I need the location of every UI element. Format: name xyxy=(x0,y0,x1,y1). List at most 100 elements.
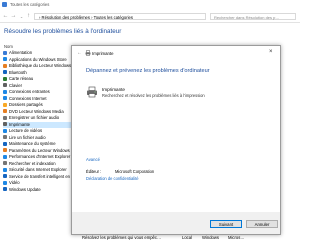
list-item-label: Performances d'Internet Explorer xyxy=(9,154,71,159)
troubleshooter-description: Recherchez et résolvez les problèmes lié… xyxy=(102,93,205,98)
troubleshooter-icon xyxy=(3,50,7,55)
address-bar: ← → ⌄ ↑ › Résolution des problèmes › Tou… xyxy=(0,11,300,23)
row-category: Windows xyxy=(202,235,219,240)
dialog-heading: Dépannez et prévenez les problèmes d'ord… xyxy=(86,68,210,74)
troubleshooter-icon xyxy=(3,57,7,61)
up-arrow-icon[interactable]: ↑ xyxy=(25,13,32,20)
list-item[interactable]: Connexions Internet xyxy=(3,96,73,102)
troubleshooter-icon xyxy=(3,174,7,178)
list-item[interactable]: Sécurité dans Internet Explorer xyxy=(3,167,73,173)
troubleshooter-icon xyxy=(3,96,7,100)
list-item-label: Windows Update xyxy=(9,186,41,192)
list-item[interactable]: Applications du Windows Store xyxy=(3,57,73,63)
back-arrow-icon[interactable]: ← xyxy=(77,50,82,56)
back-arrow-icon[interactable]: ← xyxy=(2,13,9,20)
column-header-name[interactable]: Nom xyxy=(4,44,13,49)
list-item[interactable]: Rechercher et indexation xyxy=(3,161,73,167)
troubleshooter-icon xyxy=(3,102,7,107)
troubleshooter-icon xyxy=(3,115,7,120)
troubleshooter-icon xyxy=(3,141,7,146)
list-item-label: Carte réseau xyxy=(9,76,34,81)
forward-arrow-icon[interactable]: → xyxy=(10,13,17,20)
troubleshooter-icon xyxy=(3,89,7,94)
cancel-button[interactable]: Annuler xyxy=(246,220,278,228)
list-item-label: Vidéo xyxy=(9,180,20,185)
list-item[interactable]: Bibliothèque du Lecteur Windows xyxy=(3,63,73,69)
list-item-label: Connexions entrantes xyxy=(9,89,50,94)
list-item[interactable]: Maintenance du système xyxy=(3,141,73,147)
table-row[interactable]: Résolvez les problèmes qui vous empêc… L… xyxy=(82,235,245,241)
list-item-label: Service de transfert intelligent en arr… xyxy=(9,173,81,179)
list-item-label: Clavier xyxy=(9,82,23,88)
list-item[interactable]: Imprimante xyxy=(3,121,73,128)
recent-chevron-icon[interactable]: ⌄ xyxy=(18,13,25,20)
list-item-label: Applications du Windows Store xyxy=(9,56,67,62)
list-item[interactable]: Enregistrer un fichier audio xyxy=(3,115,73,121)
list-item-label: Maintenance du système xyxy=(9,141,56,146)
troubleshooter-icon xyxy=(3,109,7,113)
list-item-label: DVD Lecteur Windows Media xyxy=(9,108,64,114)
list-item[interactable]: Connexions entrantes xyxy=(3,89,73,95)
close-icon[interactable]: × xyxy=(269,49,273,55)
list-item-label: Bluetooth xyxy=(9,69,27,75)
advanced-link[interactable]: Avancé xyxy=(86,157,100,162)
list-item-label: Paramètres du Lecteur Windows M… xyxy=(9,147,79,153)
list-item[interactable]: Vidéo xyxy=(3,180,73,186)
troubleshooter-icon xyxy=(3,135,7,139)
troubleshooter-icon xyxy=(3,154,7,159)
troubleshooter-icon xyxy=(3,70,7,74)
troubleshooter-dialog: ← Imprimante × Dépannez et prévenez les … xyxy=(71,45,281,235)
list-item[interactable]: Lire un fichier audio xyxy=(3,135,73,141)
list-item-label: Enregistrer un fichier audio xyxy=(9,115,60,120)
list-item[interactable]: Performances d'Internet Explorer xyxy=(3,154,73,160)
list-item[interactable]: Paramètres du Lecteur Windows M… xyxy=(3,148,79,154)
list-item-label: Connexions Internet xyxy=(9,95,47,101)
list-item[interactable]: DVD Lecteur Windows Media xyxy=(3,109,73,115)
list-item[interactable]: Windows Update xyxy=(3,187,73,193)
list-item-label: Dossiers partagés xyxy=(9,102,43,107)
breadcrumb[interactable]: › Résolution des problèmes › Toutes les … xyxy=(34,12,206,20)
printer-small-icon xyxy=(85,50,91,56)
dialog-title: Imprimante xyxy=(92,51,114,56)
troubleshooter-icon xyxy=(3,122,7,126)
row-description: Résolvez les problèmes qui vous empêc… xyxy=(82,235,162,240)
publisher-label: Éditeur : xyxy=(86,169,102,174)
troubleshooter-title: Imprimante xyxy=(102,87,125,92)
row-publisher: Micros… xyxy=(228,235,245,240)
list-item[interactable]: Alimentation xyxy=(3,50,73,56)
troubleshooter-icon xyxy=(3,161,7,165)
next-button[interactable]: Suivant xyxy=(210,220,242,228)
list-item[interactable]: Lecture de vidéos xyxy=(3,128,73,134)
troubleshooter-icon xyxy=(3,76,7,81)
publisher-value: Microsoft Corporation xyxy=(115,169,155,174)
control-panel-icon xyxy=(2,2,7,7)
window-title: Toutes les catégories xyxy=(10,2,50,7)
troubleshooter-icon xyxy=(3,187,7,191)
dialog-footer: Suivant Annuler xyxy=(72,212,280,234)
list-item-label: Lire un fichier audio xyxy=(9,134,46,140)
troubleshooter-icon xyxy=(3,148,7,152)
troubleshooter-icon xyxy=(3,128,7,133)
troubleshooter-icon xyxy=(3,83,7,87)
title-bar: Toutes les catégories xyxy=(0,0,300,9)
list-item-label: Bibliothèque du Lecteur Windows xyxy=(9,63,72,68)
list-item[interactable]: Bluetooth xyxy=(3,70,73,76)
list-item[interactable]: Carte réseau xyxy=(3,76,73,82)
troubleshooter-list: Alimentation Applications du Windows Stor… xyxy=(0,50,80,240)
list-item[interactable]: Service de transfert intelligent en arr… xyxy=(3,174,80,180)
list-item-label: Rechercher et indexation xyxy=(9,160,56,166)
list-item[interactable]: Clavier xyxy=(3,83,73,89)
row-location: Local xyxy=(182,235,193,240)
list-item-label: Alimentation xyxy=(9,50,33,55)
list-item-label: Sécurité dans Internet Explorer xyxy=(9,167,67,172)
list-item[interactable]: Dossiers partagés xyxy=(3,102,73,108)
search-input[interactable]: Rechercher dans Résolution des p… xyxy=(210,12,296,20)
troubleshooter-icon xyxy=(3,167,7,172)
page-title: Résoudre les problèmes liés à l'ordinate… xyxy=(4,28,122,35)
troubleshooter-icon xyxy=(3,63,7,68)
list-item-label: Imprimante xyxy=(9,121,30,127)
search-placeholder: Rechercher dans Résolution des p… xyxy=(214,14,280,20)
breadcrumb-text: › Résolution des problèmes › Toutes les … xyxy=(39,14,133,20)
privacy-statement-link[interactable]: Déclaration de confidentialité xyxy=(86,176,139,181)
troubleshooter-icon xyxy=(3,180,7,185)
